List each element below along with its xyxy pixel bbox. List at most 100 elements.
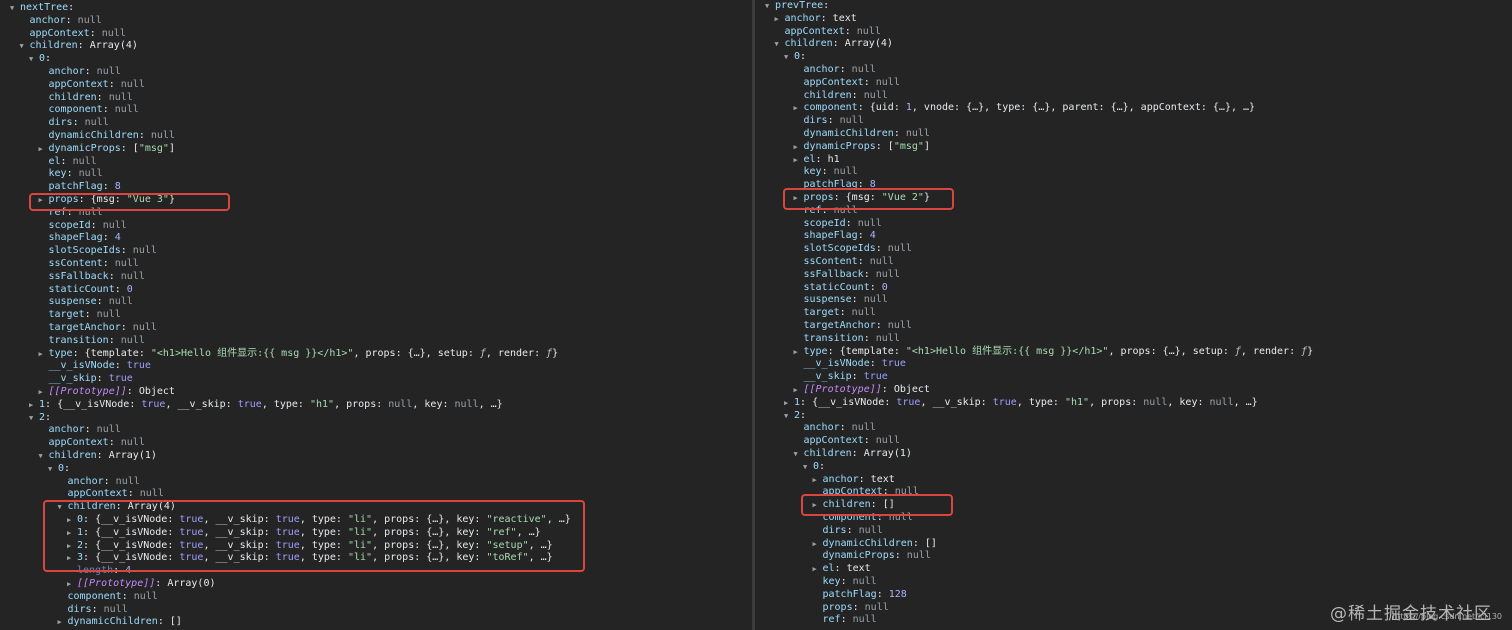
tree-row[interactable]: ▶ dynamicProps: ["msg"] — [794, 141, 930, 154]
tree-value-segment: 128 — [888, 588, 907, 600]
expand-right-icon[interactable]: ▶ — [794, 192, 804, 205]
tree-key: appContext — [48, 78, 109, 90]
expand-right-icon[interactable]: ▶ — [813, 538, 823, 551]
tree-row[interactable]: ▼ children: Array(4) — [775, 38, 893, 51]
tree-row[interactable]: ▶ props: {msg: "Vue 3"} — [39, 194, 175, 207]
expand-down-icon[interactable]: ▼ — [775, 38, 785, 51]
tree-row[interactable]: ▼ 0: — [29, 53, 57, 66]
expand-down-icon[interactable]: ▼ — [765, 0, 775, 13]
tree-key: [[Prototype]] — [77, 578, 156, 589]
tree-row[interactable]: ▶ 1: {__v_isVNode: true, __v_skip: true, … — [29, 399, 503, 412]
tree-value-segment: true — [275, 514, 300, 525]
tree-value-segment: , type: — [1016, 396, 1065, 408]
tree-row[interactable]: ▼ nextTree: — [10, 2, 80, 15]
tree-row[interactable]: ▼ 0: — [803, 461, 831, 474]
tree-key: [[Prototype]] — [803, 384, 882, 395]
tree-row[interactable]: ▶ component: {uid: 1, vnode: {…}, type: {… — [794, 102, 1256, 115]
tree-key: key — [48, 168, 67, 180]
tree-row[interactable]: ▶ anchor: text — [775, 13, 857, 26]
expand-right-icon[interactable]: ▶ — [775, 13, 785, 26]
tree-row: component: null — [48, 104, 139, 116]
expand-down-icon[interactable]: ▼ — [29, 412, 39, 425]
tree-key: ssFallback — [803, 268, 864, 280]
expand-right-icon[interactable]: ▶ — [39, 194, 49, 207]
expand-down-icon[interactable]: ▼ — [803, 461, 813, 474]
tree-key: el — [822, 563, 835, 575]
tree-key: appContext — [29, 27, 90, 39]
tree-value-segment: null — [858, 524, 883, 536]
tree-row[interactable]: ▶ dynamicChildren: [] — [58, 616, 182, 629]
tree-row[interactable]: ▶ [[Prototype]]: Object — [39, 386, 175, 399]
tree-value-segment: , props: {…}, key: — [372, 514, 487, 525]
tree-value-segment: null — [133, 590, 158, 602]
tree-row[interactable]: ▶ type: {template: "<h1>Hello 组件显示:{{ msg… — [794, 346, 1314, 359]
tree-row[interactable]: ▶ dynamicChildren: [] — [813, 538, 937, 551]
expand-right-icon[interactable]: ▶ — [813, 563, 823, 576]
expand-down-icon[interactable]: ▼ — [48, 463, 58, 476]
tree-value-segment: null — [101, 27, 126, 39]
tree-value-segment: , props: {…}, setup: — [1108, 345, 1235, 357]
tree-key: target — [48, 309, 85, 321]
tree-row[interactable]: ▼ 0: — [784, 51, 812, 64]
tree-row[interactable]: ▼ 0: — [48, 463, 76, 476]
tree-value-segment: true — [179, 514, 204, 525]
expand-right-icon[interactable]: ▶ — [67, 514, 77, 527]
tree-row[interactable]: ▶ 0: {__v_isVNode: true, __v_skip: true, … — [67, 514, 571, 527]
tree-row[interactable]: ▼ children: Array(4) — [58, 501, 176, 514]
tree-row[interactable]: ▶ dynamicProps: ["msg"] — [39, 143, 175, 156]
expand-right-icon[interactable]: ▶ — [813, 474, 823, 487]
tree-row[interactable]: ▼ children: Array(1) — [39, 450, 157, 463]
expand-right-icon[interactable]: ▶ — [794, 141, 804, 154]
expand-down-icon[interactable]: ▼ — [29, 53, 39, 66]
expand-right-icon[interactable]: ▶ — [794, 384, 804, 397]
tree-value-segment: null — [863, 294, 888, 306]
expand-right-icon[interactable]: ▶ — [794, 102, 804, 115]
expand-down-icon[interactable]: ▼ — [20, 40, 30, 53]
expand-right-icon[interactable]: ▶ — [67, 552, 77, 565]
tree-row[interactable]: ▶ 1: {__v_isVNode: true, __v_skip: true, … — [784, 397, 1258, 410]
tree-value-segment: , __v_skip: — [165, 398, 238, 410]
expand-right-icon[interactable]: ▶ — [813, 499, 823, 512]
tree-key: slotScopeIds — [803, 243, 876, 255]
expand-down-icon[interactable]: ▼ — [794, 448, 804, 461]
tree-row[interactable]: ▶ [[Prototype]]: Array(0) — [67, 578, 216, 591]
expand-down-icon[interactable]: ▼ — [39, 450, 49, 463]
expand-right-icon[interactable]: ▶ — [784, 397, 794, 410]
tree-row[interactable]: ▶ type: {template: "<h1>Hello 组件显示:{{ msg… — [39, 348, 559, 361]
expand-right-icon[interactable]: ▶ — [39, 143, 49, 156]
tree-row[interactable]: ▶ [[Prototype]]: Object — [794, 384, 930, 397]
tree-value-segment: h1 — [827, 153, 840, 165]
tree-row[interactable]: ▶ 2: {__v_isVNode: true, __v_skip: true, … — [67, 540, 553, 553]
tree-row[interactable]: ▼ 2: — [29, 412, 57, 425]
expand-down-icon[interactable]: ▼ — [784, 410, 794, 423]
expand-down-icon[interactable]: ▼ — [58, 501, 68, 514]
tree-row[interactable]: ▶ children: [] — [813, 499, 895, 512]
tree-row[interactable]: ▶ 3: {__v_isVNode: true, __v_skip: true, … — [67, 552, 553, 565]
expand-right-icon[interactable]: ▶ — [794, 346, 804, 359]
tree-row[interactable]: ▶ el: text — [813, 563, 871, 576]
tree-key: props — [48, 194, 79, 205]
tree-value-segment: null — [102, 219, 127, 231]
tree-row[interactable]: ▶ anchor: text — [813, 474, 895, 487]
expand-right-icon[interactable]: ▶ — [67, 527, 77, 540]
tree-key: ssFallback — [48, 270, 109, 282]
tree-row[interactable]: ▼ children: Array(1) — [794, 448, 912, 461]
tree-row[interactable]: ▶ el: h1 — [794, 154, 840, 167]
tree-row: key: null — [803, 166, 858, 178]
tree-value-segment: } — [552, 347, 559, 359]
tree-key: component — [67, 590, 122, 602]
expand-right-icon[interactable]: ▶ — [67, 540, 77, 553]
expand-right-icon[interactable]: ▶ — [58, 616, 68, 629]
expand-down-icon[interactable]: ▼ — [10, 2, 20, 15]
tree-row[interactable]: ▼ 2: — [784, 410, 812, 423]
tree-row[interactable]: ▶ 1: {__v_isVNode: true, __v_skip: true, … — [67, 527, 541, 540]
expand-right-icon[interactable]: ▶ — [794, 154, 804, 167]
expand-right-icon[interactable]: ▶ — [39, 386, 49, 399]
expand-right-icon[interactable]: ▶ — [39, 348, 49, 361]
tree-row[interactable]: ▼ children: Array(4) — [20, 40, 138, 53]
expand-right-icon[interactable]: ▶ — [29, 399, 39, 412]
tree-row[interactable]: ▼ prevTree: — [765, 0, 835, 13]
expand-right-icon[interactable]: ▶ — [67, 578, 77, 591]
expand-down-icon[interactable]: ▼ — [784, 51, 794, 64]
tree-row[interactable]: ▶ props: {msg: "Vue 2"} — [794, 192, 930, 205]
